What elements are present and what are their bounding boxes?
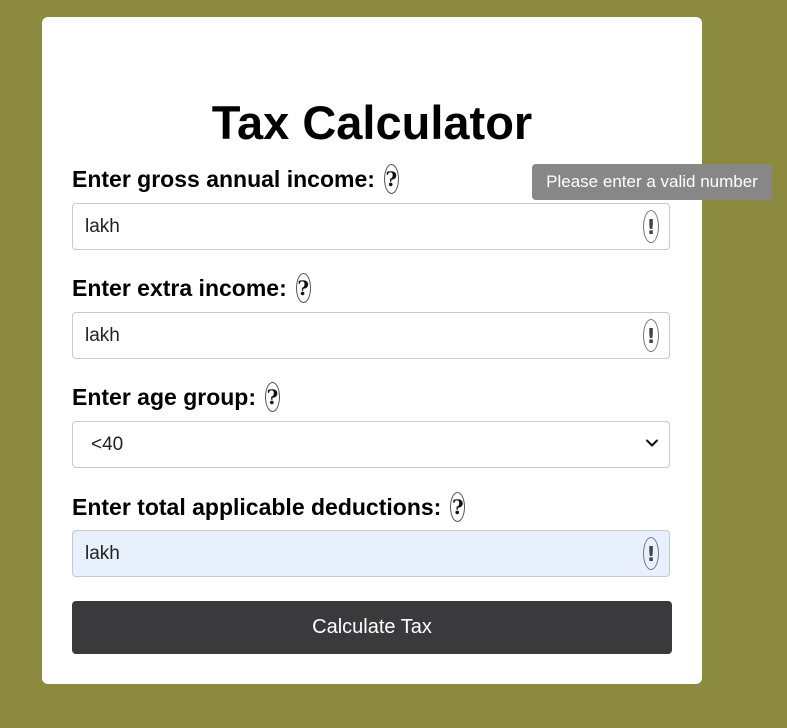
extra-income-label: Enter extra income: ? <box>72 273 311 303</box>
age-group-select[interactable]: <40 <box>72 421 670 468</box>
warning-icon[interactable]: ! <box>643 319 659 352</box>
deductions-label: Enter total applicable deductions: ? <box>72 492 466 522</box>
warning-icon[interactable]: ! <box>643 537 659 570</box>
help-icon[interactable]: ? <box>265 382 281 412</box>
help-icon[interactable]: ? <box>295 273 311 303</box>
gross-income-input[interactable]: lakh ! <box>72 203 670 250</box>
gross-income-label-text: Enter gross annual income: <box>72 165 375 192</box>
help-icon[interactable]: ? <box>383 164 399 194</box>
validation-tooltip: Please enter a valid number <box>532 164 772 200</box>
extra-income-input[interactable]: lakh ! <box>72 312 670 359</box>
deductions-label-text: Enter total applicable deductions: <box>72 493 442 520</box>
page-title: Tax Calculator <box>211 96 533 149</box>
chevron-down-icon <box>646 439 658 447</box>
help-icon[interactable]: ? <box>450 492 466 522</box>
warning-icon[interactable]: ! <box>643 210 659 243</box>
extra-income-value: lakh <box>85 325 120 346</box>
gross-income-label: Enter gross annual income: ? <box>72 164 399 194</box>
extra-income-label-text: Enter extra income: <box>72 274 287 301</box>
age-group-label-text: Enter age group: <box>72 383 257 410</box>
age-group-label: Enter age group: ? <box>72 382 281 412</box>
tax-calculator-card: Tax Calculator Enter gross annual income… <box>42 17 702 684</box>
age-group-selected-value: <40 <box>91 434 124 455</box>
deductions-value: lakh <box>85 543 120 564</box>
gross-income-value: lakh <box>85 216 120 237</box>
deductions-input[interactable]: lakh ! <box>72 530 670 577</box>
calculate-tax-button[interactable]: Calculate Tax <box>72 601 672 654</box>
